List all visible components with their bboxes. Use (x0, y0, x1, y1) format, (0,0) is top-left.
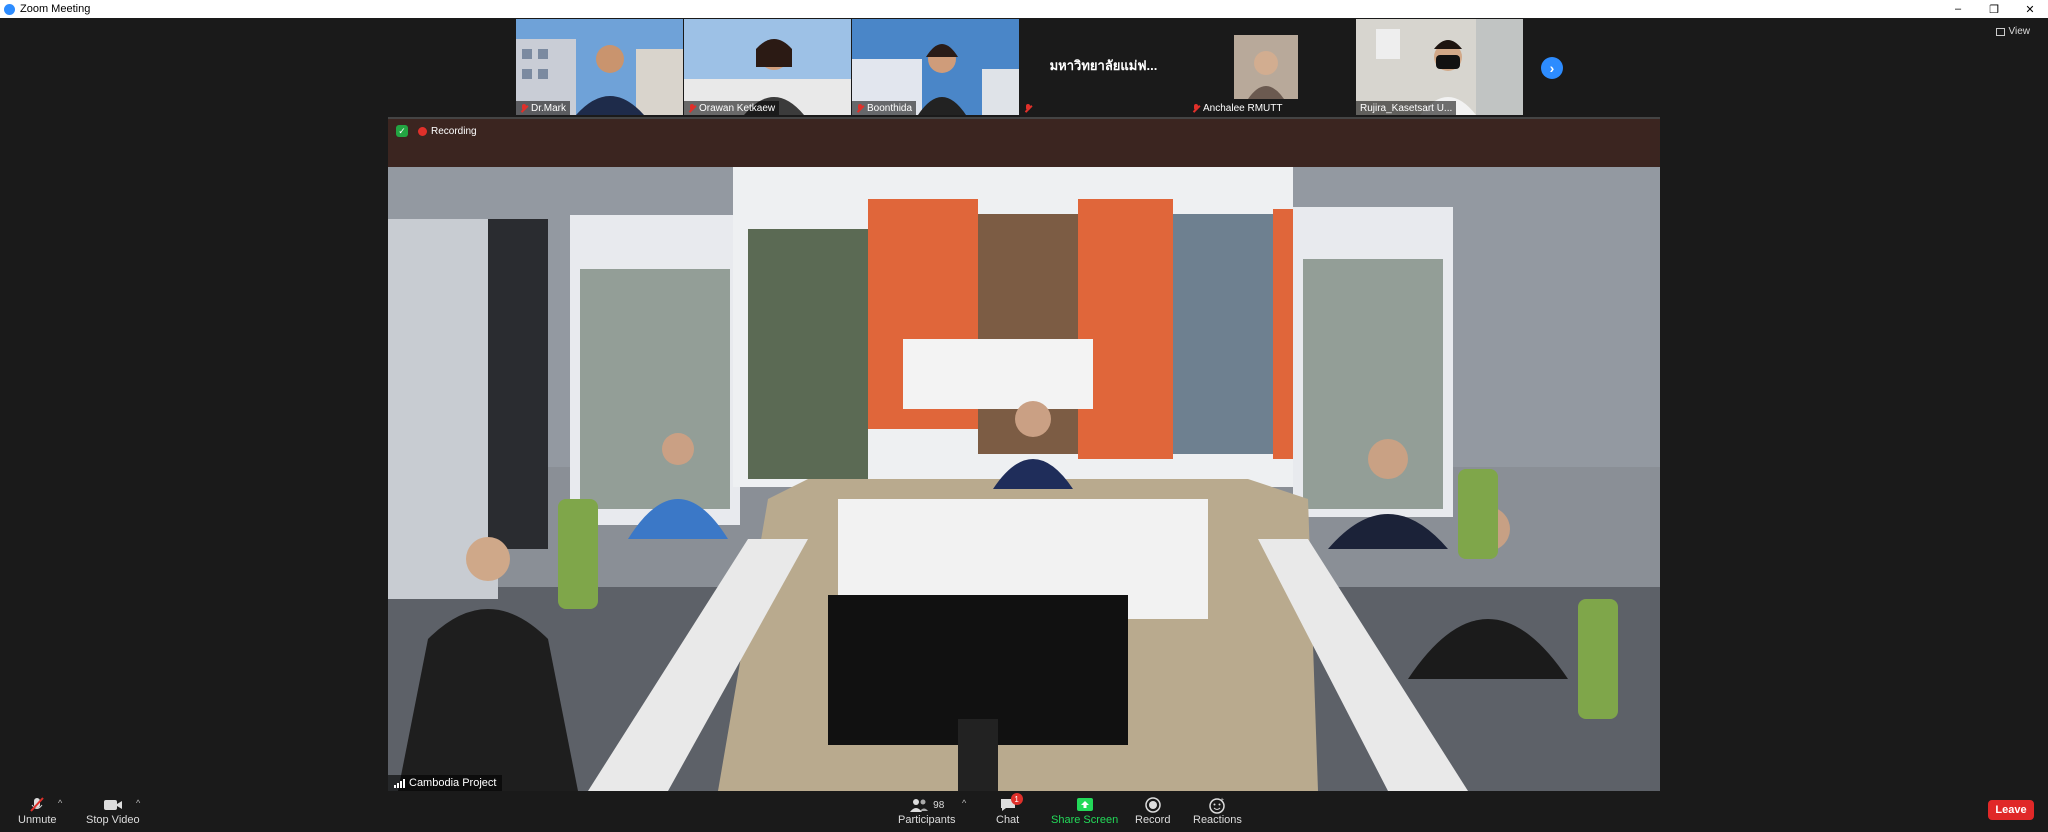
minimize-button[interactable]: – (1940, 0, 1976, 18)
window-controls: – ❐ ✕ (1940, 0, 2048, 18)
chat-label: Chat (996, 814, 1020, 826)
window-title: Zoom Meeting (20, 3, 91, 15)
unmute-button[interactable]: Unmute (18, 796, 57, 826)
reactions-label: Reactions (1193, 814, 1242, 826)
stop-video-button[interactable]: Stop Video (86, 796, 140, 826)
active-speaker-label: Cambodia Project (388, 775, 503, 791)
participant-name-bar: Boonthida (852, 101, 917, 115)
participant-name-bar: Rujira_Kasetsart U... (1356, 101, 1457, 115)
participant-name-large: มหาวิทยาลัยแม่ฟ... (1049, 58, 1158, 73)
meeting-room-scene (388, 119, 1660, 791)
mic-muted-icon (856, 103, 864, 113)
view-label: View (2008, 26, 2031, 37)
participant-name-bar: Anchalee RMUTT (1188, 101, 1286, 115)
participants-label: Participants (898, 814, 956, 826)
chat-icon: 1 (999, 793, 1023, 814)
record-button[interactable]: Record (1135, 796, 1170, 826)
participant-name: Boonthida (867, 102, 913, 114)
main-video[interactable]: ✓ Recording Cambodia Project (388, 117, 1660, 791)
leave-button[interactable]: Leave (1988, 800, 2034, 820)
participant-name-bar: Orawan Ketkaew (684, 101, 780, 115)
participant-tile[interactable]: Orawan Ketkaew (684, 19, 851, 115)
speaker-name: Cambodia Project (409, 777, 497, 789)
participants-icon-group: 98 (909, 796, 944, 814)
audio-options-caret-icon[interactable]: ^ (58, 798, 62, 808)
participants-icon (910, 799, 929, 812)
participant-tile[interactable]: มหาวิทยาลัยแม่ฟ... (1020, 19, 1187, 115)
recording-label: Recording (431, 125, 477, 137)
share-screen-icon (1075, 796, 1095, 814)
mic-muted-icon (28, 796, 46, 814)
unmute-label: Unmute (18, 814, 57, 826)
record-icon (1144, 796, 1162, 814)
mic-muted-icon (1024, 103, 1032, 113)
recording-indicator[interactable]: ✓ Recording (396, 125, 477, 137)
participant-name: Rujira_Kasetsart U... (1360, 102, 1453, 114)
participant-tile[interactable]: Rujira_Kasetsart U... (1356, 19, 1523, 115)
next-page-button[interactable]: › (1541, 57, 1563, 79)
svg-text:+: + (1220, 797, 1224, 804)
participant-count: 98 (933, 799, 945, 811)
participant-tile[interactable]: Anchalee RMUTT (1188, 19, 1355, 115)
share-screen-button[interactable]: Share Screen (1051, 796, 1118, 826)
mic-muted-icon (688, 103, 696, 113)
restore-button[interactable]: ❐ (1976, 0, 2012, 18)
participants-caret-icon[interactable]: ^ (962, 798, 966, 808)
participant-tile[interactable]: Dr.Mark (516, 19, 683, 115)
record-dot-icon (418, 126, 427, 136)
title-bar: Zoom Meeting – ❐ ✕ (0, 0, 2048, 18)
participants-button[interactable]: 98 Participants (898, 796, 955, 826)
recording-status: Recording (418, 126, 477, 137)
participant-name: Anchalee RMUTT (1203, 102, 1283, 114)
connection-signal-icon (394, 778, 405, 788)
video-options-caret-icon[interactable]: ^ (136, 798, 140, 808)
mic-muted-icon (1192, 103, 1200, 113)
video-camera-icon (102, 796, 124, 814)
share-screen-label: Share Screen (1051, 814, 1119, 826)
gallery-strip: Dr.Mark Orawan Ketkaew Boonthida มหาวิทย… (516, 19, 1523, 115)
participant-name: Dr.Mark (531, 102, 566, 114)
zoom-logo-icon (4, 3, 15, 15)
participant-name: Orawan Ketkaew (699, 102, 776, 114)
meeting-toolbar: Unmute ^ Stop Video ^ 98 Participants ^ … (0, 792, 2048, 832)
record-label: Record (1135, 814, 1171, 826)
view-button[interactable]: View (1995, 26, 2031, 37)
security-shield-icon: ✓ (396, 125, 408, 137)
mic-muted-icon (520, 103, 528, 113)
reactions-icon: + (1208, 796, 1226, 814)
participant-name-bar (1020, 101, 1036, 115)
participant-name-bar: Dr.Mark (516, 101, 570, 115)
view-grid-icon (1995, 27, 2005, 36)
close-button[interactable]: ✕ (2012, 0, 2048, 18)
stop-video-label: Stop Video (86, 814, 140, 826)
participant-tile[interactable]: Boonthida (852, 19, 1019, 115)
reactions-button[interactable]: + Reactions (1193, 796, 1242, 826)
chat-button[interactable]: 1 Chat (996, 793, 1023, 826)
chat-unread-badge: 1 (1010, 793, 1023, 805)
